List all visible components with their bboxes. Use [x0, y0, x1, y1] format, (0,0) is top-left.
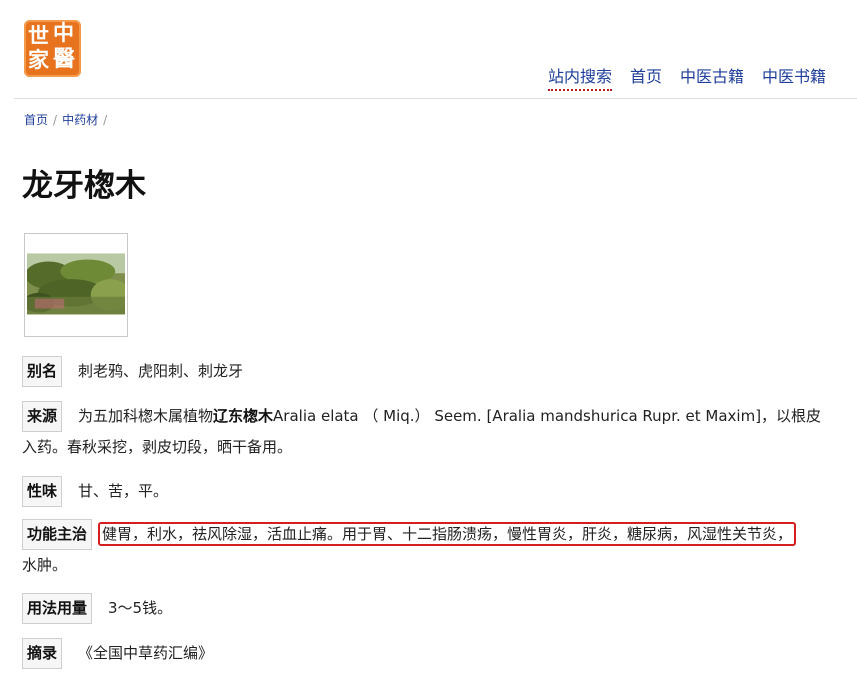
nav-classics[interactable]: 中医古籍 — [680, 63, 744, 91]
function-label: 功能主治 — [22, 519, 93, 550]
source-text-pre: 为五加科楤木属植物 — [78, 407, 214, 425]
logo-char: 家 — [28, 48, 49, 72]
dosage-text: 3～5钱。 — [108, 599, 173, 617]
entry-function: 功能主治 健胃，利水，祛风除湿，活血止痛。用于胃、十二指肠溃疡，慢性胃炎，肝炎，糖… — [22, 519, 848, 580]
header-divider — [14, 98, 857, 99]
entry-source: 来源 为五加科楤木属植物辽东楤木Aralia elata （ Miq.） Seem… — [22, 401, 848, 462]
breadcrumb: 首页 / 中药材 / — [24, 111, 112, 128]
nav-home[interactable]: 首页 — [630, 63, 662, 91]
entry-dosage: 用法用量 3～5钱。 — [22, 593, 848, 624]
top-nav: 站内搜索 首页 中医古籍 中医书籍 — [548, 63, 826, 91]
herb-photo[interactable] — [24, 233, 128, 337]
site-logo[interactable]: 世 中 家 醫 — [24, 20, 81, 77]
alias-text: 刺老鸦、虎阳刺、刺龙牙 — [78, 362, 244, 380]
function-text-line2: 水肿。 — [22, 556, 68, 574]
alias-label: 别名 — [22, 356, 63, 387]
breadcrumb-home[interactable]: 首页 — [24, 113, 48, 127]
nav-site-search[interactable]: 站内搜索 — [548, 63, 613, 91]
breadcrumb-separator: / — [103, 113, 108, 127]
nav-books[interactable]: 中医书籍 — [762, 63, 826, 91]
herb-photo-image — [27, 236, 125, 334]
excerpt-label: 摘录 — [22, 638, 63, 669]
source-plant-name: 辽东楤木 — [213, 407, 274, 425]
source-text-line2: 入药。春秋采挖，剥皮切段，晒干备用。 — [22, 438, 293, 456]
breadcrumb-category[interactable]: 中药材 — [62, 113, 98, 127]
entry-alias: 别名 刺老鸦、虎阳刺、刺龙牙 — [22, 356, 848, 387]
entry-excerpt: 摘录 《全国中草药汇编》 — [22, 638, 848, 669]
excerpt-text: 《全国中草药汇编》 — [78, 644, 214, 662]
breadcrumb-separator: / — [53, 113, 58, 127]
source-label: 来源 — [22, 401, 63, 432]
logo-char: 醫 — [53, 47, 76, 72]
logo-char: 世 — [28, 24, 49, 48]
function-highlight: 健胃，利水，祛风除湿，活血止痛。用于胃、十二指肠溃疡，慢性胃炎，肝炎，糖尿病，风… — [98, 522, 797, 546]
source-text-post: Aralia elata （ Miq.） Seem. [Aralia mands… — [273, 407, 822, 425]
logo-char: 中 — [53, 21, 74, 45]
dosage-label: 用法用量 — [22, 593, 93, 624]
page-title: 龙牙楤木 — [22, 168, 146, 204]
taste-label: 性味 — [22, 476, 63, 507]
entry-taste: 性味 甘、苦，平。 — [22, 476, 848, 507]
taste-text: 甘、苦，平。 — [78, 482, 169, 500]
